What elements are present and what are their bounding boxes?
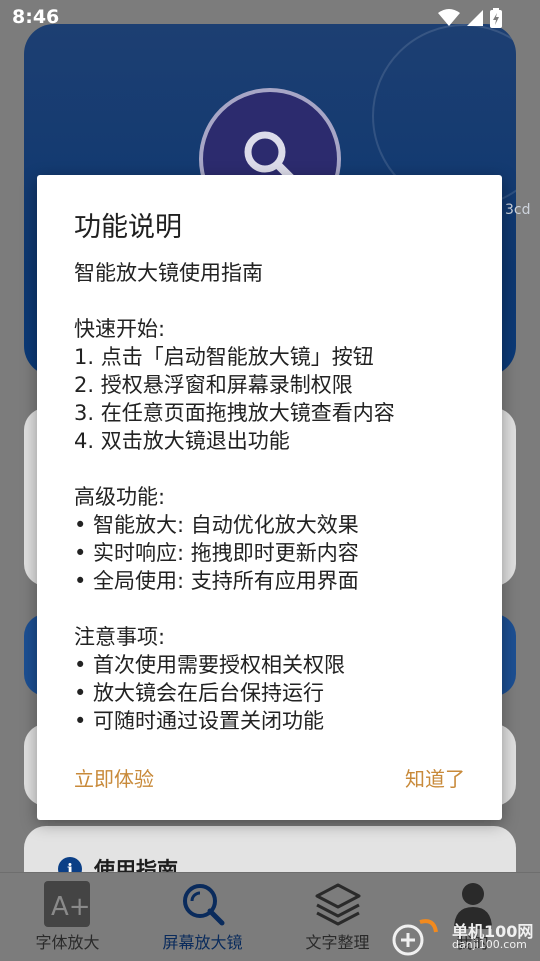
feature-info-dialog: 功能说明 智能放大镜使用指南 快速开始: 1. 点击「启动智能放大镜」按钮 2.…	[37, 175, 502, 820]
wifi-icon	[438, 9, 460, 26]
status-time: 8:46	[12, 6, 60, 28]
advanced-heading: 高级功能:	[74, 485, 166, 509]
signal-icon	[467, 10, 483, 26]
dialog-title: 功能说明	[74, 212, 182, 243]
quick-start-heading: 快速开始:	[74, 317, 166, 341]
status-bar: 8:46	[0, 0, 540, 36]
quick-start-step: 2. 授权悬浮窗和屏幕录制权限	[74, 373, 353, 397]
dialog-body: 智能放大镜使用指南 快速开始: 1. 点击「启动智能放大镜」按钮 2. 授权悬浮…	[74, 259, 484, 735]
notes-item: • 首次使用需要授权相关权限	[74, 653, 346, 677]
status-icons	[438, 8, 502, 28]
battery-icon	[490, 8, 502, 28]
quick-start-step: 1. 点击「启动智能放大镜」按钮	[74, 345, 374, 369]
notes-heading: 注意事项:	[74, 625, 166, 649]
quick-start-step: 3. 在任意页面拖拽放大镜查看内容	[74, 401, 395, 425]
try-now-button[interactable]: 立即体验	[74, 763, 154, 792]
dialog-intro: 智能放大镜使用指南	[74, 261, 263, 285]
advanced-item: • 全局使用: 支持所有应用界面	[74, 569, 359, 593]
advanced-item: • 实时响应: 拖拽即时更新内容	[74, 541, 359, 565]
notes-item: • 可随时通过设置关闭功能	[74, 709, 325, 733]
advanced-item: • 智能放大: 自动优化放大效果	[74, 513, 359, 537]
notes-item: • 放大镜会在后台保持运行	[74, 681, 325, 705]
quick-start-step: 4. 双击放大镜退出功能	[74, 429, 290, 453]
got-it-button[interactable]: 知道了	[405, 763, 465, 792]
